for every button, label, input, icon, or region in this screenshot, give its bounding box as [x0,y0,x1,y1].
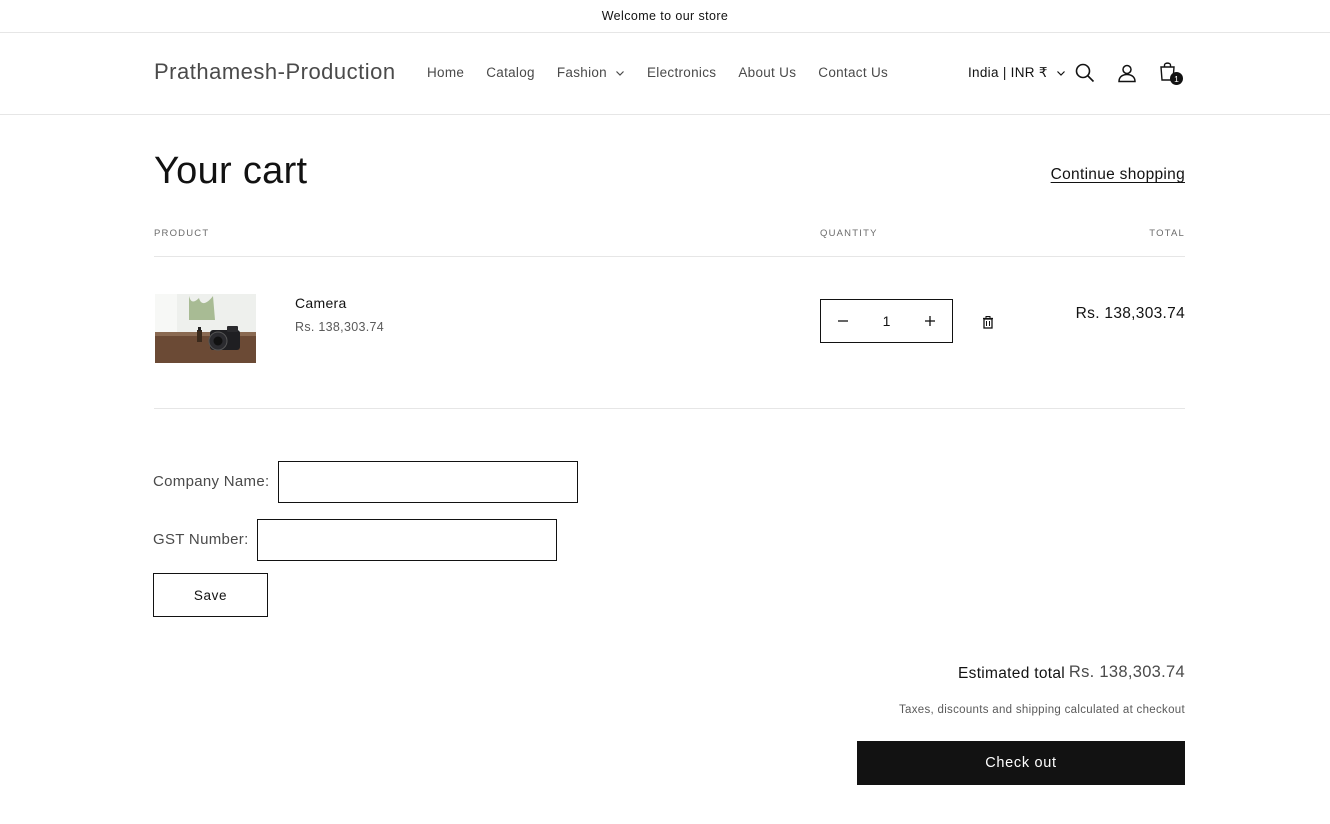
nav-home[interactable]: Home [427,65,464,80]
quantity-input[interactable]: 1 [883,313,891,329]
minus-icon [838,320,848,322]
nav-fashion-label: Fashion [556,65,607,80]
tax-note: Taxes, discounts and shipping calculated… [898,704,1185,716]
store-logo[interactable]: Prathamesh-Production [154,59,396,85]
product-name[interactable]: Camera [295,295,347,311]
column-header-quantity: QUANTITY [820,228,878,239]
divider [154,256,1185,257]
estimated-total-value: Rs. 138,303.74 [1068,663,1185,681]
nav-contact-us[interactable]: Contact Us [818,65,888,80]
company-name-label: Company Name: [153,473,270,490]
gst-number-input[interactable] [257,519,557,561]
gst-number-label: GST Number: [153,531,249,548]
nav-about-us[interactable]: About Us [738,65,796,80]
quantity-stepper: 1 [820,299,953,343]
decrease-quantity-button[interactable] [835,313,851,329]
nav-electronics[interactable]: Electronics [647,65,716,80]
remove-item-button[interactable] [980,314,996,330]
nav-fashion[interactable]: Fashion [557,65,625,80]
account-icon[interactable] [1116,62,1138,84]
nav-catalog[interactable]: Catalog [486,65,535,80]
divider [154,408,1185,409]
checkout-button[interactable]: Check out [857,741,1185,785]
company-name-input[interactable] [278,461,578,503]
camera-photo [155,294,256,363]
search-icon[interactable] [1074,62,1096,84]
increase-quantity-button[interactable] [922,313,938,329]
plus-icon [924,316,935,326]
save-button[interactable]: Save [153,573,268,617]
column-header-product: PRODUCT [154,228,210,239]
product-price: Rs. 138,303.74 [295,320,384,334]
column-header-total: TOTAL [1149,228,1185,239]
product-image[interactable] [155,294,256,363]
line-item-total: Rs. 138,303.74 [1075,305,1185,322]
cart-count-badge: 1 [1170,72,1183,85]
page-title: Your cart [154,150,308,192]
main-nav: Home Catalog Fashion Electronics About U… [427,65,910,80]
announcement-text: Welcome to our store [601,9,729,23]
country-currency-selector[interactable]: India | INR ₹ [968,65,1066,81]
estimated-total-label: Estimated total [958,665,1066,682]
announcement-bar: Welcome to our store [0,0,1330,33]
localization-label: India | INR ₹ [968,65,1048,80]
chevron-down-icon [616,70,624,76]
continue-shopping-link[interactable]: Continue shopping [1051,166,1185,184]
chevron-down-icon [1056,71,1065,76]
trash-icon [983,316,993,329]
